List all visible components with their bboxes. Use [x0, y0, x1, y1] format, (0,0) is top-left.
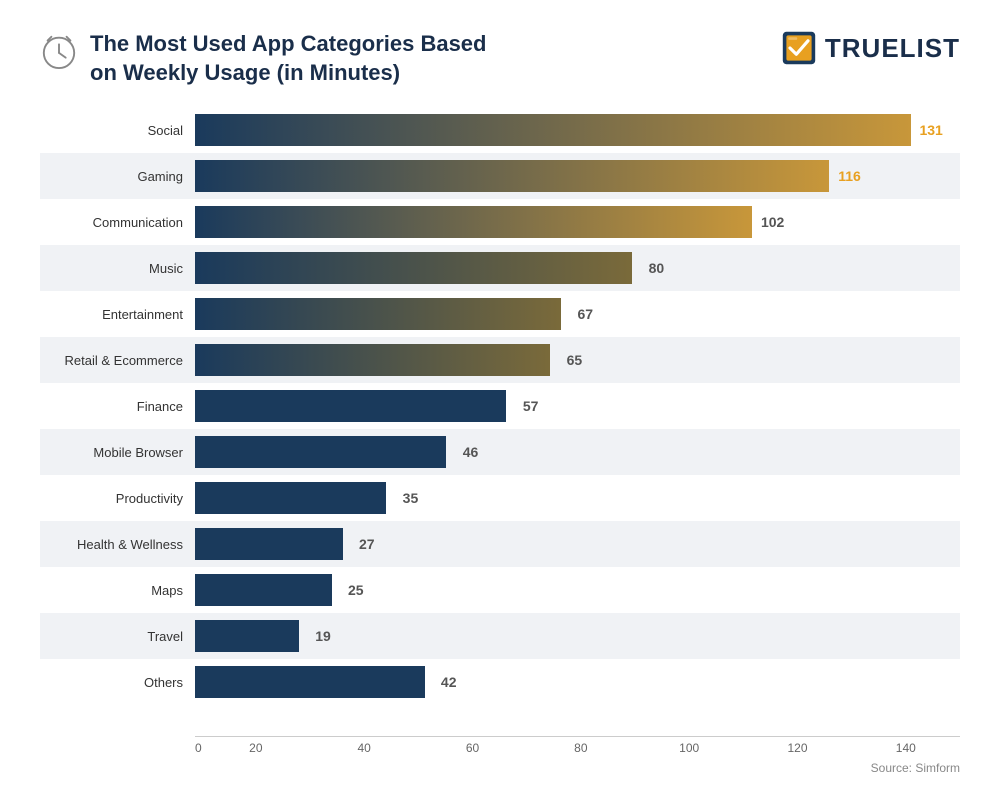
x-axis-tick: 100: [635, 741, 743, 755]
bar-area: 116: [195, 153, 960, 199]
bar-value-label: 65: [567, 352, 583, 368]
bar-fill: 42: [195, 666, 425, 698]
bar-row: Communication102: [40, 199, 960, 245]
bar-value-label: 131: [919, 122, 942, 138]
bar-area: 67: [195, 291, 960, 337]
bar-fill: 67: [195, 298, 561, 330]
bar-area: 102: [195, 199, 960, 245]
bar-value-label: 42: [441, 674, 457, 690]
bar-label: Social: [40, 123, 195, 138]
bar-area: 65: [195, 337, 960, 383]
bar-area: 19: [195, 613, 960, 659]
bar-row: Gaming116: [40, 153, 960, 199]
bar-label: Entertainment: [40, 307, 195, 322]
x-axis-tick: 80: [527, 741, 635, 755]
bar-label: Maps: [40, 583, 195, 598]
bar-label: Retail & Ecommerce: [40, 353, 195, 368]
x-axis-tick: 140: [852, 741, 960, 755]
bar-value-label: 80: [649, 260, 665, 276]
bar-area: 25: [195, 567, 960, 613]
bar-row: Entertainment67: [40, 291, 960, 337]
bar-area: 80: [195, 245, 960, 291]
bar-fill: 57: [195, 390, 506, 422]
bar-row: Health & Wellness27: [40, 521, 960, 567]
bar-chart: Social131Gaming116Communication102Music8…: [40, 107, 960, 736]
bar-value-label: 46: [463, 444, 479, 460]
chart-title: The Most Used App Categories Basedon Wee…: [90, 30, 486, 87]
bar-value-label: 67: [578, 306, 594, 322]
bar-area: 27: [195, 521, 960, 567]
bar-fill: 102: [195, 206, 752, 238]
x-axis: 020406080100120140: [195, 736, 960, 755]
bar-label: Music: [40, 261, 195, 276]
bar-label: Others: [40, 675, 195, 690]
bar-label: Health & Wellness: [40, 537, 195, 552]
x-axis-tick: 0: [195, 741, 202, 755]
bar-fill: 65: [195, 344, 550, 376]
x-axis-tick: 120: [743, 741, 851, 755]
x-axis-tick: 60: [418, 741, 526, 755]
bar-label: Finance: [40, 399, 195, 414]
bar-value-label: 116: [838, 168, 861, 184]
bar-row: Others42: [40, 659, 960, 705]
logo-text: TRUELIST: [825, 33, 960, 64]
bar-label: Mobile Browser: [40, 445, 195, 460]
bar-label: Communication: [40, 215, 195, 230]
bar-value-label: 35: [403, 490, 419, 506]
bar-value-label: 57: [523, 398, 539, 414]
bar-row: Music80: [40, 245, 960, 291]
bar-fill: 25: [195, 574, 332, 606]
title-section: The Most Used App Categories Basedon Wee…: [40, 30, 486, 87]
bar-fill: 131: [195, 114, 911, 146]
bar-value-label: 102: [761, 214, 784, 230]
bar-row: Social131: [40, 107, 960, 153]
bar-label: Travel: [40, 629, 195, 644]
bar-area: 35: [195, 475, 960, 521]
bar-row: Maps25: [40, 567, 960, 613]
bar-fill: 46: [195, 436, 446, 468]
bar-value-label: 25: [348, 582, 364, 598]
logo-section: TRUELIST: [781, 30, 960, 66]
clock-icon: [40, 32, 78, 70]
bar-fill: 35: [195, 482, 386, 514]
bar-row: Mobile Browser46: [40, 429, 960, 475]
x-axis-tick: 40: [310, 741, 418, 755]
bar-row: Productivity35: [40, 475, 960, 521]
bar-fill: 27: [195, 528, 343, 560]
chart-header: The Most Used App Categories Basedon Wee…: [40, 30, 960, 87]
bar-row: Travel19: [40, 613, 960, 659]
truelist-logo-icon: [781, 30, 817, 66]
bar-fill: 19: [195, 620, 299, 652]
bar-value-label: 19: [315, 628, 331, 644]
bar-row: Finance57: [40, 383, 960, 429]
x-axis-tick: 20: [202, 741, 310, 755]
bar-area: 42: [195, 659, 960, 705]
bar-area: 46: [195, 429, 960, 475]
bar-fill: 116: [195, 160, 829, 192]
bar-row: Retail & Ecommerce65: [40, 337, 960, 383]
source-citation: Source: Simform: [40, 761, 960, 775]
bar-value-label: 27: [359, 536, 375, 552]
bar-label: Gaming: [40, 169, 195, 184]
bar-fill: 80: [195, 252, 632, 284]
bar-area: 131: [195, 107, 960, 153]
bar-label: Productivity: [40, 491, 195, 506]
bar-area: 57: [195, 383, 960, 429]
